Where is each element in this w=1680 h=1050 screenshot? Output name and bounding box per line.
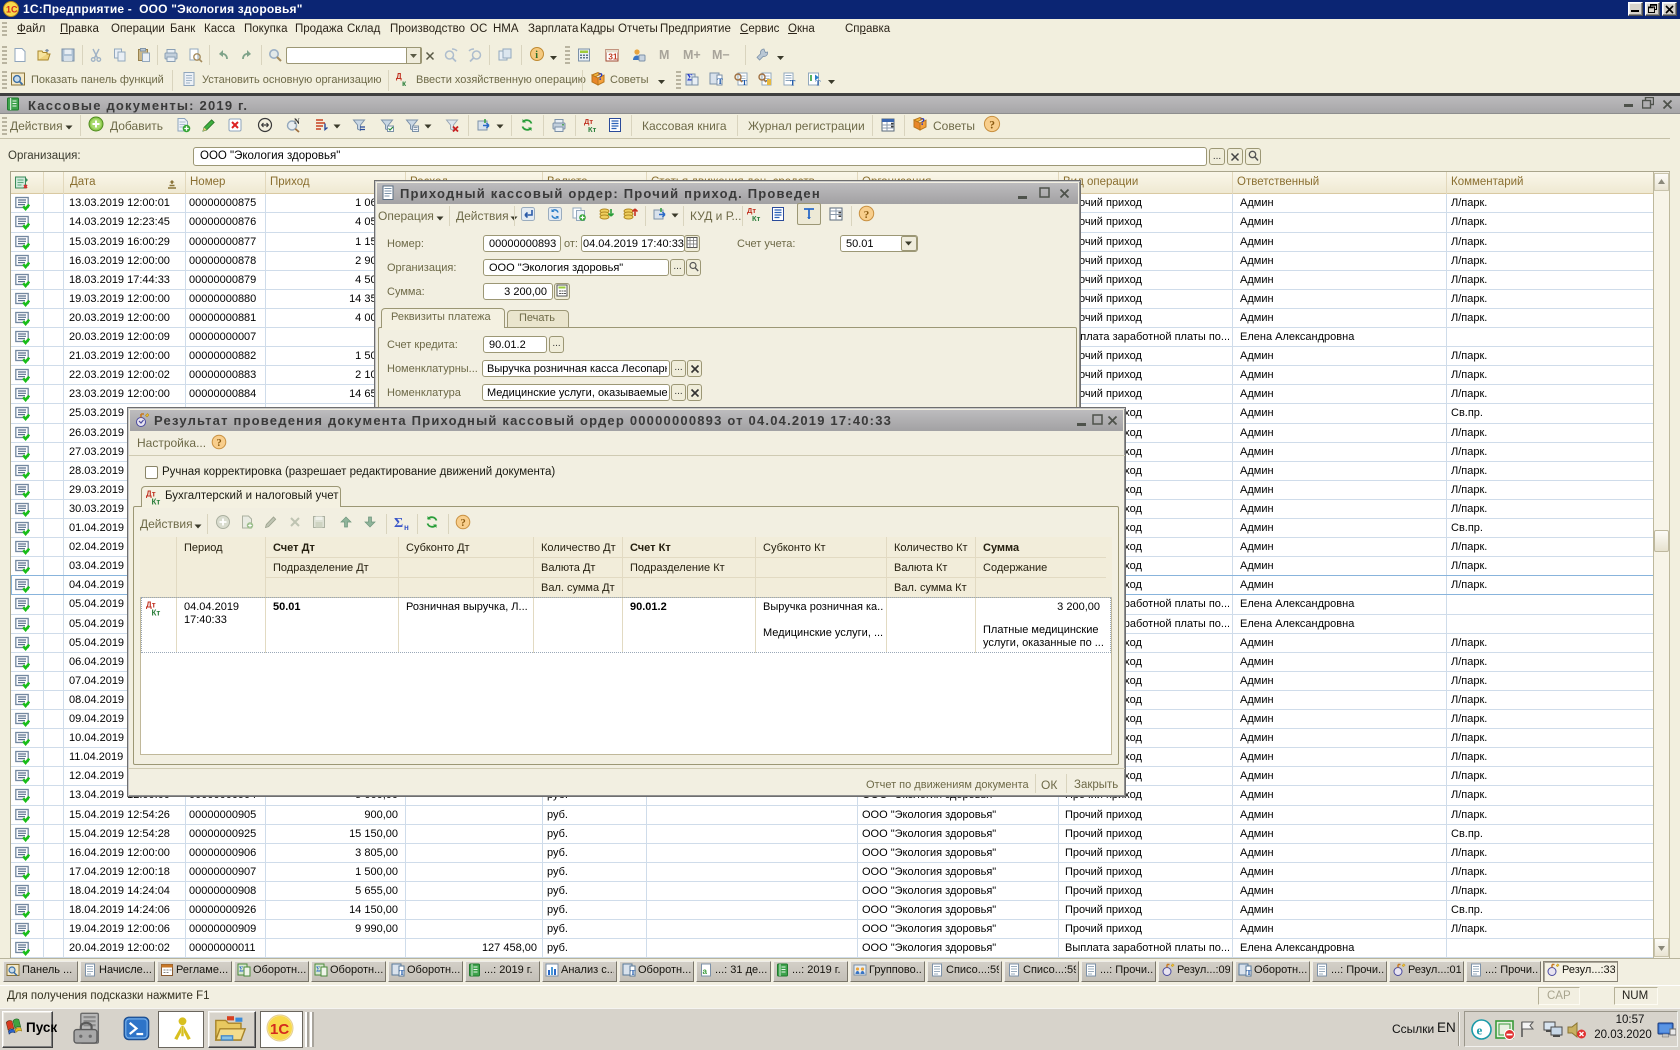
svg-text:?: ? (461, 518, 466, 529)
svg-text:?: ? (920, 117, 925, 128)
svg-text:Кт: Кт (588, 125, 597, 133)
svg-text:T: T (790, 79, 796, 88)
svg-text:?: ? (864, 209, 870, 221)
svg-text:Σ: Σ (316, 966, 321, 974)
svg-text:T: T (742, 78, 747, 87)
svg-text:?: ? (989, 120, 995, 132)
svg-text:к: к (402, 79, 407, 87)
svg-text:Кт: Кт (152, 498, 161, 506)
svg-text:н: н (404, 523, 409, 531)
svg-text:?: ? (217, 438, 222, 449)
svg-text:31: 31 (608, 52, 618, 62)
svg-text:T: T (400, 968, 405, 977)
svg-text:1С: 1С (6, 5, 18, 15)
svg-text:e: e (1477, 1023, 1483, 1038)
svg-text:T: T (718, 77, 724, 86)
svg-text:T: T (1247, 968, 1252, 977)
svg-text:T: T (631, 968, 636, 977)
svg-text:i: i (535, 50, 538, 61)
svg-text:Σ: Σ (394, 516, 403, 531)
svg-text:T: T (816, 79, 821, 88)
svg-text:Σ: Σ (239, 966, 244, 974)
svg-text:а: а (703, 967, 708, 976)
svg-text:N: N (294, 117, 300, 126)
svg-text:1С: 1С (270, 1021, 289, 1038)
svg-text:Кт: Кт (752, 214, 761, 222)
svg-text:?: ? (598, 72, 603, 83)
